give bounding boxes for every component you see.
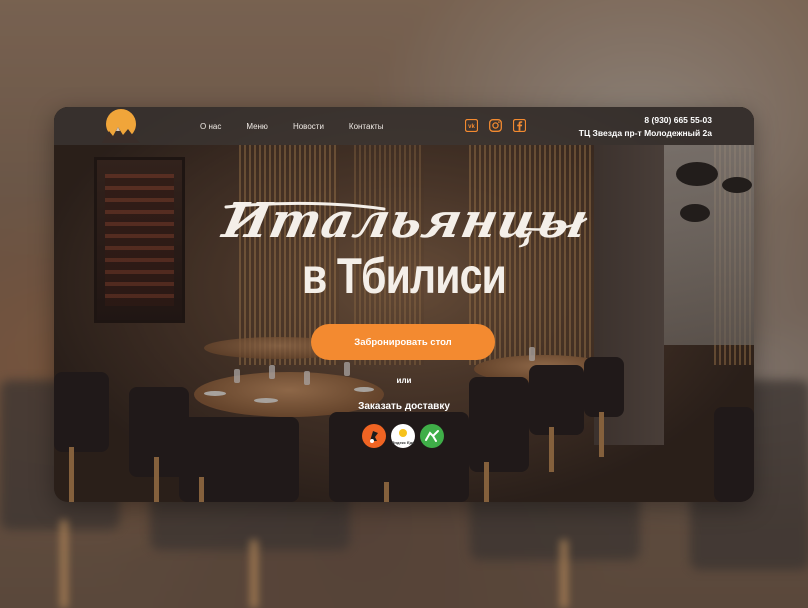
phone-number[interactable]: 8 (930) 665 55-03 — [579, 114, 712, 127]
svg-text:vk: vk — [468, 124, 475, 130]
logo-mountains-icon — [102, 127, 140, 143]
nav-about[interactable]: О нас — [200, 122, 221, 131]
nav-contacts[interactable]: Контакты — [349, 122, 384, 131]
delivery-courier-icon[interactable] — [420, 424, 444, 448]
facebook-icon[interactable] — [513, 119, 526, 132]
vk-icon[interactable]: vk — [465, 119, 478, 132]
delivery-club-icon[interactable] — [362, 424, 386, 448]
hero-title-script: Итальянцы — [218, 193, 594, 249]
yandex-eda-icon[interactable]: Яндекс Еда — [391, 424, 415, 448]
hero-title-sub: в Тбилиси — [301, 248, 507, 304]
yandex-eda-text: Яндекс Еда — [391, 439, 415, 445]
nav-menu[interactable]: Меню — [246, 122, 268, 131]
restaurant-logo[interactable] — [102, 107, 140, 143]
nav-news[interactable]: Новости — [293, 122, 324, 131]
or-label: или — [396, 376, 412, 385]
contact-info: 8 (930) 665 55-03 ТЦ Звезда пр-т Молодеж… — [579, 114, 712, 140]
main-nav: О нас Меню Новости Контакты — [200, 107, 408, 145]
hero-card: О нас Меню Новости Контакты vk 8 (930) 6… — [54, 107, 754, 502]
delivery-label: Заказать доставку — [358, 401, 450, 412]
book-table-button[interactable]: Забронировать стол — [311, 324, 495, 360]
instagram-icon[interactable] — [489, 119, 502, 132]
address: ТЦ Звезда пр-т Молодежный 2а — [578, 128, 712, 138]
